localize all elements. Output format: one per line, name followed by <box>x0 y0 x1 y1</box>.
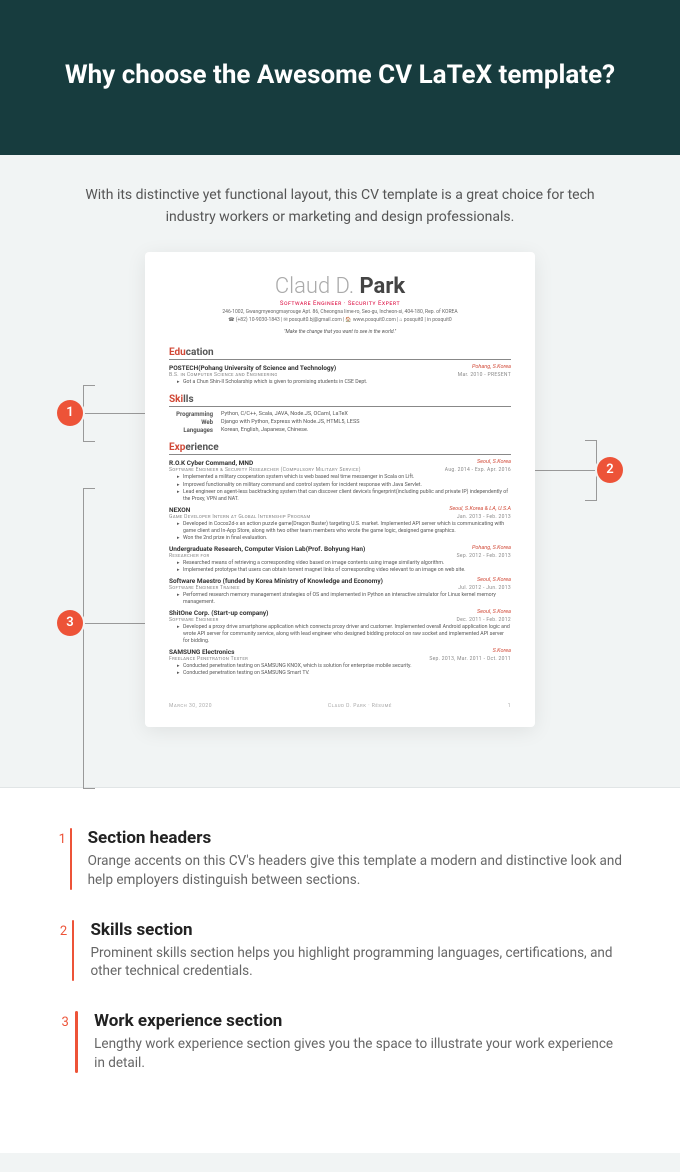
resume-quote: "Make the change that you want to see in… <box>169 329 511 335</box>
section-header-education: Education <box>169 347 511 360</box>
experience-entry: Software Maestro (funded by Korea Minist… <box>169 577 511 606</box>
experience-entry: Undergraduate Research, Computer Vision … <box>169 545 511 574</box>
experience-entry: NEXONSeoul, S.Korea & LA, U.S.AGame Deve… <box>169 506 511 542</box>
connector-line <box>83 385 84 441</box>
section-header-skills: Skills <box>169 394 511 407</box>
resume-address: 246-1002, Gwangmyeongmayrouge Apt. 86, C… <box>169 309 511 315</box>
feature-title: Skills section <box>90 920 625 940</box>
connector-line <box>83 385 95 386</box>
feature-item: 3 Work experience section Lengthy work exp… <box>55 1011 625 1073</box>
experience-entry: SAMSUNG ElectronicsS.KoreaFreelance Pene… <box>169 648 511 677</box>
connector-line <box>83 488 84 788</box>
feature-body: Lengthy work experience section gives yo… <box>94 1035 625 1073</box>
connector-line <box>533 470 597 471</box>
education-entry: POSTECH(Pohang University of Science and… <box>169 364 511 386</box>
features-section: 1 Section headers Orange accents on this C… <box>0 787 680 1153</box>
feature-accent-bar <box>75 1011 78 1073</box>
resume-name: Claud D. Park <box>169 274 511 299</box>
connector-line <box>83 488 95 489</box>
resume-footer: March 30, 2020 Claud D. Park · Résumé 1 <box>169 703 511 709</box>
callout-badge-3: 3 <box>57 610 83 636</box>
resume-role: Software Engineer · Security Expert <box>169 300 511 307</box>
skill-row: WebDjango with Python, Express with Node… <box>169 419 511 426</box>
feature-title: Work experience section <box>94 1011 625 1031</box>
feature-body: Orange accents on this CV's headers give… <box>88 852 625 890</box>
section-header-experience: Experience <box>169 442 511 455</box>
connector-line <box>585 500 597 501</box>
skill-row: LanguagesKorean, English, Japanese, Chin… <box>169 427 511 434</box>
skill-row: ProgrammingPython, C/C++, Scala, JAVA, N… <box>169 411 511 418</box>
experience-entry: R.O.K Cyber Command, MNDSeoul, S.KoreaSo… <box>169 459 511 502</box>
feature-number: 3 <box>55 1011 75 1073</box>
feature-number: 2 <box>55 920 72 982</box>
connector-line <box>83 441 95 442</box>
diagram-stage: 1 2 3 Claud D. Park Software Engineer · … <box>0 252 680 786</box>
feature-title: Section headers <box>88 828 625 848</box>
page-title: Why choose the Awesome CV LaTeX template… <box>40 58 640 93</box>
connector-line <box>83 623 147 624</box>
resume-preview: Claud D. Park Software Engineer · Securi… <box>145 252 535 726</box>
feature-accent-bar <box>70 828 72 890</box>
resume-contacts: ☎ (+82) 10-9030-1843 | ✉ posquit0.bj@gma… <box>169 317 511 323</box>
feature-body: Prominent skills section helps you highl… <box>90 944 625 982</box>
experience-entry: ShitOne Corp. (Start-up company)Seoul, S… <box>169 609 511 645</box>
callout-badge-1: 1 <box>57 400 83 426</box>
connector-line <box>585 440 597 441</box>
connector-line <box>83 788 95 789</box>
feature-number: 1 <box>55 828 70 890</box>
intro-text: With its distinctive yet functional layo… <box>0 155 680 252</box>
feature-item: 2 Skills section Prominent skills section … <box>55 920 625 982</box>
connector-line <box>83 413 147 414</box>
feature-accent-bar <box>72 920 74 982</box>
feature-item: 1 Section headers Orange accents on this C… <box>55 828 625 890</box>
callout-badge-2: 2 <box>597 457 623 483</box>
hero-banner: Why choose the Awesome CV LaTeX template… <box>0 0 680 155</box>
